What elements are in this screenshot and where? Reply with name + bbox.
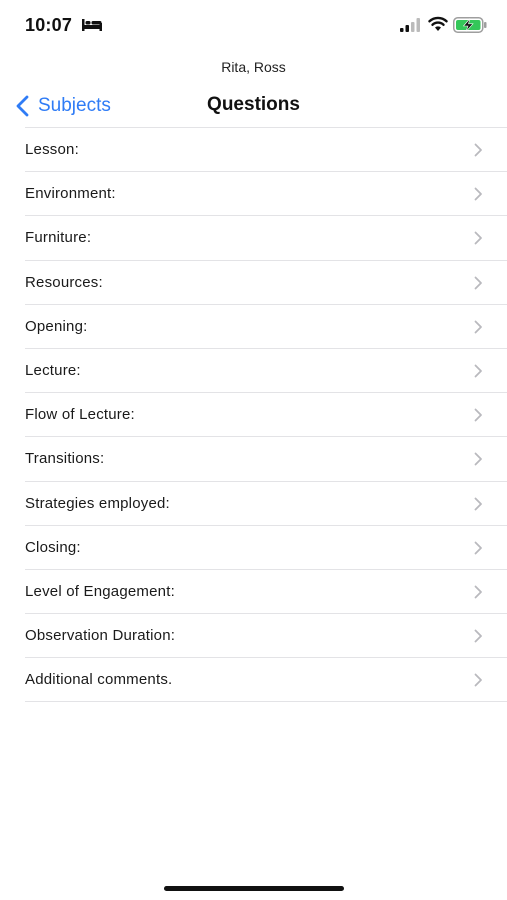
chevron-right-icon xyxy=(474,541,482,555)
list-item-label: Environment: xyxy=(25,185,116,203)
list-item-label: Opening: xyxy=(25,317,88,335)
chevron-right-icon xyxy=(474,187,482,201)
chevron-right-icon xyxy=(474,231,482,245)
list-item-label: Closing: xyxy=(25,538,81,556)
list-item-label: Level of Engagement: xyxy=(25,582,175,600)
list-item[interactable]: Flow of Lecture: xyxy=(25,393,507,438)
nav-subtitle: Rita, Ross xyxy=(221,59,286,75)
battery-charging-icon xyxy=(453,17,487,33)
list-item[interactable]: Additional comments. xyxy=(25,658,507,703)
list-item[interactable]: Resources: xyxy=(25,261,507,305)
list-item[interactable]: Opening: xyxy=(25,305,507,349)
home-indicator[interactable] xyxy=(164,886,344,891)
list-item[interactable]: Lesson: xyxy=(25,128,507,173)
list-item[interactable]: Furniture: xyxy=(25,216,507,261)
list-item[interactable]: Strategies employed: xyxy=(25,482,507,526)
list-item-label: Observation Duration: xyxy=(25,627,176,645)
chevron-right-icon xyxy=(474,320,482,334)
list-item-label: Lecture: xyxy=(25,362,81,380)
chevron-right-icon xyxy=(474,497,482,510)
chevron-right-icon xyxy=(474,452,482,466)
question-list: Lesson: Environment: Furniture: Resource… xyxy=(25,127,507,703)
list-item[interactable]: Observation Duration: xyxy=(25,614,507,659)
list-item-label: Flow of Lecture: xyxy=(25,406,135,424)
list-item-label: Transitions: xyxy=(25,450,105,468)
chevron-right-icon xyxy=(474,408,482,422)
chevron-right-icon xyxy=(474,585,482,599)
list-item-label: Additional comments. xyxy=(25,671,173,689)
chevron-right-icon xyxy=(474,364,482,378)
list-item-label: Strategies employed: xyxy=(25,494,170,512)
signal-icon xyxy=(400,18,420,32)
chevron-right-icon xyxy=(474,276,482,289)
list-item[interactable]: Level of Engagement: xyxy=(25,570,507,615)
page-title: Questions xyxy=(207,94,300,115)
list-item-label: Resources: xyxy=(25,273,103,291)
chevron-right-icon xyxy=(474,143,482,157)
wifi-icon xyxy=(428,16,448,31)
nav-bar: Subjects Questions xyxy=(0,86,507,126)
bed-icon xyxy=(82,19,102,31)
status-bar: 10:07 xyxy=(0,0,507,52)
list-item[interactable]: Transitions: xyxy=(25,437,507,482)
chevron-right-icon xyxy=(474,673,482,687)
list-item[interactable]: Environment: xyxy=(25,172,507,217)
list-item-label: Lesson: xyxy=(25,141,79,159)
status-time: 10:07 xyxy=(25,15,73,35)
list-item[interactable]: Lecture: xyxy=(25,349,507,394)
chevron-right-icon xyxy=(474,629,482,643)
list-item[interactable]: Closing: xyxy=(25,526,507,570)
list-item-label: Furniture: xyxy=(25,229,92,247)
